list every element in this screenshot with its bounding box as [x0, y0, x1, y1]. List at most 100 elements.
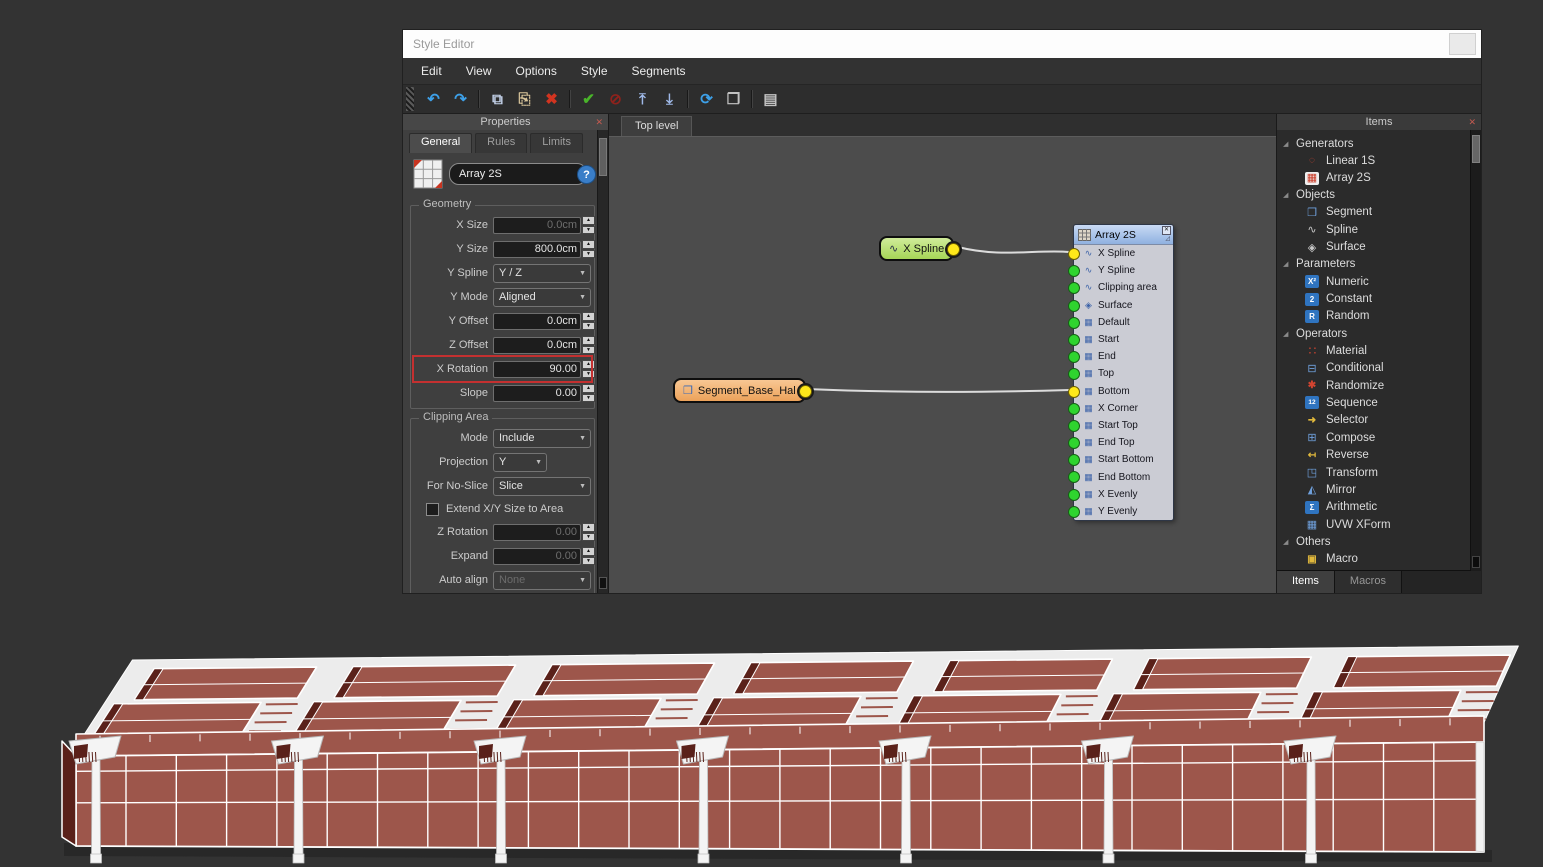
- tab-top-level[interactable]: Top level: [621, 116, 692, 136]
- y-offset-field[interactable]: [493, 312, 595, 330]
- tree-item-segment[interactable]: ❒Segment: [1283, 204, 1469, 221]
- validate-check-icon[interactable]: ✔: [576, 88, 601, 110]
- auto-align-dropdown[interactable]: None: [493, 571, 591, 590]
- items-scrollbar[interactable]: [1470, 130, 1481, 571]
- redo-icon[interactable]: ↷: [448, 88, 473, 110]
- expander-icon[interactable]: [1283, 538, 1291, 546]
- output-port[interactable]: [799, 385, 812, 398]
- z-rotation-field[interactable]: [493, 523, 595, 541]
- tab-items[interactable]: Items: [1277, 571, 1335, 593]
- spinner[interactable]: [582, 384, 595, 402]
- tree-item-linear-1s[interactable]: ◌Linear 1S: [1283, 152, 1469, 169]
- expand-field[interactable]: [493, 547, 595, 565]
- expander-icon[interactable]: [1283, 330, 1291, 338]
- tree-item-constant[interactable]: 2Constant: [1283, 290, 1469, 307]
- resize-handle-icon[interactable]: ◿: [1165, 235, 1170, 242]
- menu-segments[interactable]: Segments: [620, 58, 698, 84]
- expander-icon[interactable]: [1283, 140, 1291, 148]
- close-icon[interactable]: ✕: [595, 117, 603, 128]
- x-size-field[interactable]: [493, 216, 595, 234]
- tree-item-uvw-xform[interactable]: ▦UVW XForm: [1283, 516, 1469, 533]
- style-name-input[interactable]: [449, 163, 587, 185]
- mode-dropdown[interactable]: Include: [493, 429, 591, 448]
- y-size-field[interactable]: [493, 240, 595, 258]
- array-input-port[interactable]: [1068, 403, 1080, 415]
- tree-group-parameters[interactable]: Parameters: [1283, 256, 1469, 273]
- close-icon[interactable]: ✕: [1162, 226, 1171, 235]
- extend-xy-checkbox[interactable]: [426, 503, 439, 516]
- array-input-port[interactable]: [1068, 351, 1080, 363]
- window-titlebar[interactable]: Style Editor: [403, 30, 1481, 58]
- tree-item-randomize[interactable]: ✱Randomize: [1283, 377, 1469, 394]
- tree-item-random[interactable]: RRandom: [1283, 308, 1469, 325]
- menu-style[interactable]: Style: [569, 58, 620, 84]
- tree-item-selector[interactable]: ➜Selector: [1283, 412, 1469, 429]
- delete-icon[interactable]: ✖: [539, 88, 564, 110]
- z-offset-field[interactable]: [493, 336, 595, 354]
- tree-item-conditional[interactable]: ⊟Conditional: [1283, 360, 1469, 377]
- spinner[interactable]: [582, 336, 595, 354]
- spinner[interactable]: [582, 216, 595, 234]
- menu-view[interactable]: View: [454, 58, 504, 84]
- tree-group-others[interactable]: Others: [1283, 533, 1469, 550]
- array-input-port[interactable]: [1068, 248, 1080, 260]
- array-input-port[interactable]: [1068, 437, 1080, 449]
- copy-icon[interactable]: ⧉: [485, 88, 510, 110]
- close-icon[interactable]: ✕: [1468, 117, 1476, 128]
- array-input-port[interactable]: [1068, 300, 1080, 312]
- tree-item-transform[interactable]: ◳Transform: [1283, 464, 1469, 481]
- export-icon[interactable]: ❐: [721, 88, 746, 110]
- menu-edit[interactable]: Edit: [409, 58, 454, 84]
- y-mode-dropdown[interactable]: Aligned: [493, 288, 591, 307]
- array-input-port[interactable]: [1068, 317, 1080, 329]
- no-slice-dropdown[interactable]: Slice: [493, 477, 591, 496]
- array-input-port[interactable]: [1068, 489, 1080, 501]
- properties-scrollbar[interactable]: [597, 130, 608, 593]
- array-input-port[interactable]: [1068, 420, 1080, 432]
- tree-group-objects[interactable]: Objects: [1283, 187, 1469, 204]
- tree-item-surface[interactable]: ◈Surface: [1283, 239, 1469, 256]
- tree-item-compose[interactable]: ⊞Compose: [1283, 429, 1469, 446]
- tree-item-material[interactable]: ∷Material: [1283, 342, 1469, 359]
- tree-item-sequence[interactable]: 12Sequence: [1283, 394, 1469, 411]
- menu-options[interactable]: Options: [503, 58, 568, 84]
- array-input-port[interactable]: [1068, 368, 1080, 380]
- spinner[interactable]: [582, 523, 595, 541]
- tab-limits[interactable]: Limits: [530, 133, 583, 153]
- node-array-2s[interactable]: Array 2S ✕ ◿ ∿X Spline ∿Y Spline ∿Clippi…: [1073, 224, 1174, 521]
- node-segment-base[interactable]: ❒ Segment_Base_Hal: [673, 378, 806, 403]
- tab-general[interactable]: General: [409, 133, 472, 153]
- paste-icon[interactable]: ⎘: [512, 88, 537, 110]
- spinner[interactable]: [582, 360, 595, 378]
- array-input-port[interactable]: [1068, 334, 1080, 346]
- refresh-icon[interactable]: ⟳: [694, 88, 719, 110]
- node-canvas[interactable]: ∿ X Spline ❒ Segment_Base_Hal: [609, 137, 1276, 593]
- array-input-port[interactable]: [1068, 471, 1080, 483]
- y-spline-dropdown[interactable]: Y / Z: [493, 264, 591, 283]
- projection-dropdown[interactable]: Y: [493, 453, 547, 472]
- help-icon[interactable]: ?: [577, 165, 596, 184]
- tree-item-array-2s[interactable]: ▦Array 2S: [1283, 169, 1469, 186]
- tab-macros[interactable]: Macros: [1335, 571, 1402, 593]
- collapse-top-icon[interactable]: ⤒: [630, 88, 655, 110]
- expander-icon[interactable]: [1283, 260, 1291, 268]
- toolbar-drag-handle[interactable]: [406, 87, 414, 111]
- disable-icon[interactable]: ⊘: [603, 88, 628, 110]
- expander-icon[interactable]: [1283, 191, 1291, 199]
- slope-field[interactable]: [493, 384, 595, 402]
- spinner[interactable]: [582, 312, 595, 330]
- collapse-bottom-icon[interactable]: ⤓: [657, 88, 682, 110]
- spinner[interactable]: [582, 240, 595, 258]
- x-rotation-field[interactable]: [493, 360, 595, 378]
- tree-item-mirror[interactable]: ◭Mirror: [1283, 481, 1469, 498]
- tree-item-spline[interactable]: ∿Spline: [1283, 221, 1469, 238]
- array-input-port[interactable]: [1068, 386, 1080, 398]
- array-input-port[interactable]: [1068, 454, 1080, 466]
- tree-item-numeric[interactable]: X²Numeric: [1283, 273, 1469, 290]
- tab-rules[interactable]: Rules: [475, 133, 527, 153]
- tree-item-reverse[interactable]: ↤Reverse: [1283, 446, 1469, 463]
- array-node-header[interactable]: Array 2S ✕ ◿: [1074, 225, 1173, 245]
- node-x-spline[interactable]: ∿ X Spline: [879, 236, 954, 261]
- tree-group-operators[interactable]: Operators: [1283, 325, 1469, 342]
- tree-group-generators[interactable]: Generators: [1283, 135, 1469, 152]
